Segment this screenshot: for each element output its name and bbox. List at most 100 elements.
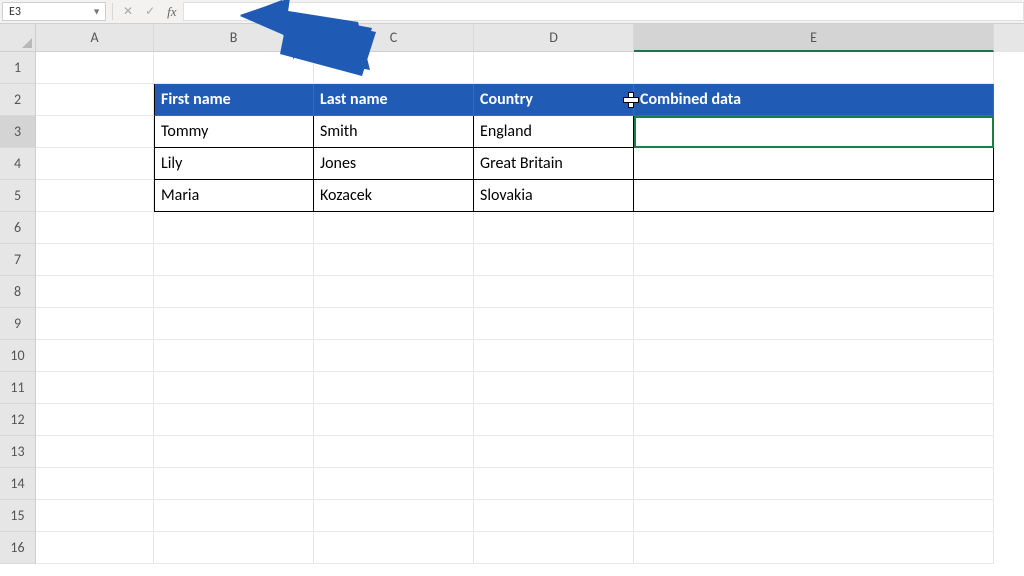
cell-A3[interactable] bbox=[36, 116, 154, 148]
cell-D6[interactable] bbox=[474, 212, 634, 244]
cell-C3[interactable]: Smith bbox=[314, 116, 474, 148]
cell-A12[interactable] bbox=[36, 404, 154, 436]
cell-D2[interactable]: Country bbox=[474, 84, 634, 116]
cell-B5[interactable]: Maria bbox=[154, 180, 314, 212]
cell-B13[interactable] bbox=[154, 436, 314, 468]
cell-A11[interactable] bbox=[36, 372, 154, 404]
cell-B12[interactable] bbox=[154, 404, 314, 436]
name-box-dropdown-icon[interactable]: ▼ bbox=[92, 6, 101, 17]
cell-A14[interactable] bbox=[36, 468, 154, 500]
cell-A15[interactable] bbox=[36, 500, 154, 532]
cell-E8[interactable] bbox=[634, 276, 994, 308]
cell-B4[interactable]: Lily bbox=[154, 148, 314, 180]
cell-D14[interactable] bbox=[474, 468, 634, 500]
row-head-5[interactable]: 5 bbox=[0, 180, 36, 212]
cell-E1[interactable] bbox=[634, 52, 994, 84]
col-head-A[interactable]: A bbox=[36, 24, 154, 52]
cell-C6[interactable] bbox=[314, 212, 474, 244]
cell-C16[interactable] bbox=[314, 532, 474, 564]
cell-E9[interactable] bbox=[634, 308, 994, 340]
cell-E10[interactable] bbox=[634, 340, 994, 372]
cell-B8[interactable] bbox=[154, 276, 314, 308]
cell-C12[interactable] bbox=[314, 404, 474, 436]
cell-D1[interactable] bbox=[474, 52, 634, 84]
cell-E2[interactable]: Combined data bbox=[634, 84, 994, 116]
cell-D16[interactable] bbox=[474, 532, 634, 564]
cell-D12[interactable] bbox=[474, 404, 634, 436]
cell-E3[interactable] bbox=[634, 116, 994, 148]
cell-B7[interactable] bbox=[154, 244, 314, 276]
cell-C11[interactable] bbox=[314, 372, 474, 404]
cell-A10[interactable] bbox=[36, 340, 154, 372]
cell-E7[interactable] bbox=[634, 244, 994, 276]
cell-B15[interactable] bbox=[154, 500, 314, 532]
cell-E11[interactable] bbox=[634, 372, 994, 404]
cell-D15[interactable] bbox=[474, 500, 634, 532]
cells-area[interactable]: First name Last name Country Combined da… bbox=[36, 52, 1024, 564]
cell-A6[interactable] bbox=[36, 212, 154, 244]
row-head-7[interactable]: 7 bbox=[0, 244, 36, 276]
select-all-corner[interactable] bbox=[0, 24, 36, 52]
name-box[interactable]: E3 ▼ bbox=[2, 2, 106, 21]
cell-D10[interactable] bbox=[474, 340, 634, 372]
cell-B14[interactable] bbox=[154, 468, 314, 500]
cell-B6[interactable] bbox=[154, 212, 314, 244]
row-head-3[interactable]: 3 bbox=[0, 116, 36, 148]
cell-A1[interactable] bbox=[36, 52, 154, 84]
cell-E16[interactable] bbox=[634, 532, 994, 564]
row-head-13[interactable]: 13 bbox=[0, 436, 36, 468]
cell-C4[interactable]: Jones bbox=[314, 148, 474, 180]
cell-D5[interactable]: Slovakia bbox=[474, 180, 634, 212]
cell-D8[interactable] bbox=[474, 276, 634, 308]
cell-D3[interactable]: England bbox=[474, 116, 634, 148]
cell-E14[interactable] bbox=[634, 468, 994, 500]
cell-A4[interactable] bbox=[36, 148, 154, 180]
cell-C15[interactable] bbox=[314, 500, 474, 532]
cell-A5[interactable] bbox=[36, 180, 154, 212]
cell-D11[interactable] bbox=[474, 372, 634, 404]
row-head-4[interactable]: 4 bbox=[0, 148, 36, 180]
cell-C8[interactable] bbox=[314, 276, 474, 308]
cell-A7[interactable] bbox=[36, 244, 154, 276]
row-head-14[interactable]: 14 bbox=[0, 468, 36, 500]
cell-C14[interactable] bbox=[314, 468, 474, 500]
cell-B9[interactable] bbox=[154, 308, 314, 340]
cell-B16[interactable] bbox=[154, 532, 314, 564]
cell-C2[interactable]: Last name bbox=[314, 84, 474, 116]
formula-input[interactable] bbox=[183, 2, 1024, 21]
row-head-10[interactable]: 10 bbox=[0, 340, 36, 372]
row-head-2[interactable]: 2 bbox=[0, 84, 36, 116]
cell-E15[interactable] bbox=[634, 500, 994, 532]
col-head-E[interactable]: E bbox=[634, 24, 994, 52]
row-head-15[interactable]: 15 bbox=[0, 500, 36, 532]
row-head-8[interactable]: 8 bbox=[0, 276, 36, 308]
cell-E13[interactable] bbox=[634, 436, 994, 468]
cell-E5[interactable] bbox=[634, 180, 994, 212]
cell-C5[interactable]: Kozacek bbox=[314, 180, 474, 212]
cell-C1[interactable] bbox=[314, 52, 474, 84]
cell-B1[interactable] bbox=[154, 52, 314, 84]
cell-C13[interactable] bbox=[314, 436, 474, 468]
cell-C10[interactable] bbox=[314, 340, 474, 372]
cell-D13[interactable] bbox=[474, 436, 634, 468]
cell-E4[interactable] bbox=[634, 148, 994, 180]
row-head-16[interactable]: 16 bbox=[0, 532, 36, 564]
cell-D4[interactable]: Great Britain bbox=[474, 148, 634, 180]
row-head-12[interactable]: 12 bbox=[0, 404, 36, 436]
cell-D7[interactable] bbox=[474, 244, 634, 276]
row-head-6[interactable]: 6 bbox=[0, 212, 36, 244]
cell-A9[interactable] bbox=[36, 308, 154, 340]
cell-C9[interactable] bbox=[314, 308, 474, 340]
col-head-D[interactable]: D bbox=[474, 24, 634, 52]
cell-E6[interactable] bbox=[634, 212, 994, 244]
cell-B10[interactable] bbox=[154, 340, 314, 372]
cell-A2[interactable] bbox=[36, 84, 154, 116]
fx-icon[interactable]: fx bbox=[167, 4, 176, 20]
cell-C7[interactable] bbox=[314, 244, 474, 276]
row-head-9[interactable]: 9 bbox=[0, 308, 36, 340]
cell-A8[interactable] bbox=[36, 276, 154, 308]
cell-A13[interactable] bbox=[36, 436, 154, 468]
cell-E12[interactable] bbox=[634, 404, 994, 436]
cell-D9[interactable] bbox=[474, 308, 634, 340]
cell-B2[interactable]: First name bbox=[154, 84, 314, 116]
